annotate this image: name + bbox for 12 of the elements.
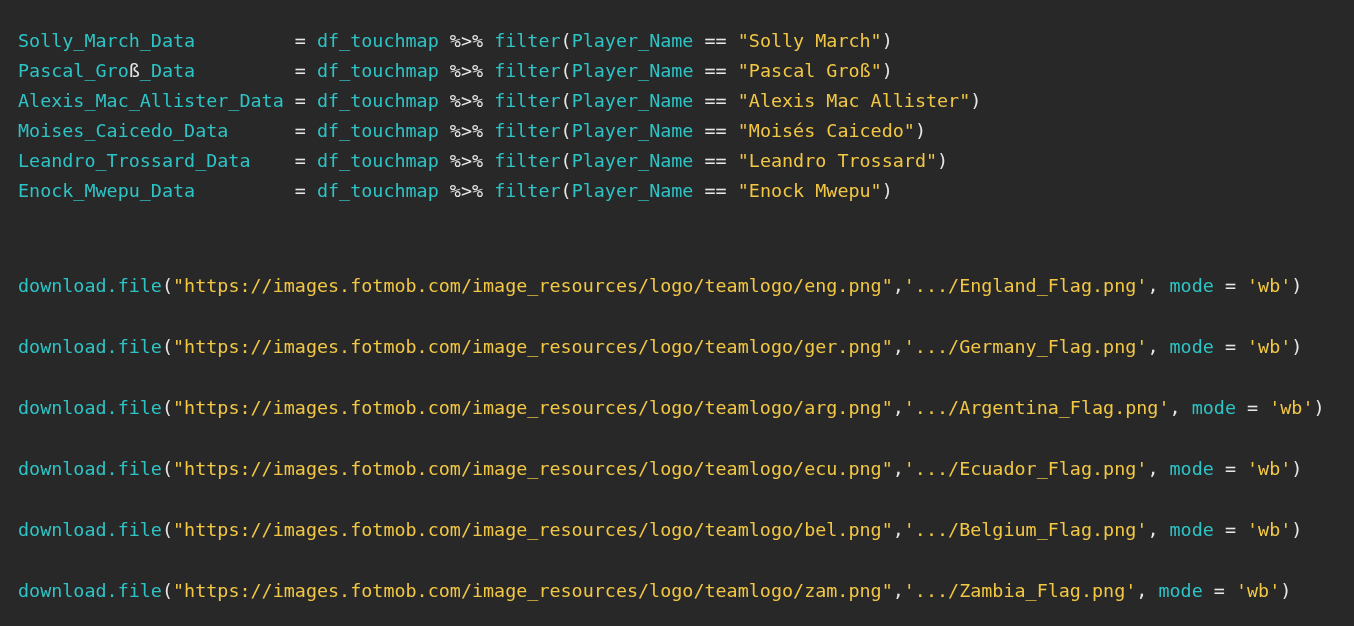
- code-line: Enock_Mwepu_Data = df_touchmap %>% filter(Player_Name == "Enock Mwepu"): [18, 179, 893, 203]
- code-line: Moises_Caicedo_Data = df_touchmap %>% filter(Player_Name == "Moisés Caicedo"): [18, 119, 926, 143]
- code-line: download.file("https://images.fotmob.com/image_resources/logo/teamlogo/ger.png",'.../Germany_Flag.png', mode = 'wb'): [18, 335, 1303, 359]
- code-line: Solly_March_Data = df_touchmap %>% filter(Player_Name == "Solly March"): [18, 29, 893, 53]
- code-line: download.file("https://images.fotmob.com/image_resources/logo/teamlogo/bel.png",'.../Belgium_Flag.png', mode = 'wb'): [18, 518, 1303, 542]
- code-line: download.file("https://images.fotmob.com/image_resources/logo/teamlogo/arg.png",'.../Argentina_Flag.png', mode = 'wb'): [18, 396, 1325, 420]
- code-line: download.file("https://images.fotmob.com/image_resources/logo/teamlogo/ecu.png",'.../Ecuador_Flag.png', mode = 'wb'): [18, 457, 1303, 481]
- code-line: download.file("https://images.fotmob.com/image_resources/logo/teamlogo/eng.png",'.../England_Flag.png', mode = 'wb'): [18, 274, 1303, 298]
- code-line: Leandro_Trossard_Data = df_touchmap %>% filter(Player_Name == "Leandro Trossard"): [18, 149, 949, 173]
- code-line: Pascal_Groß_Data = df_touchmap %>% filter(Player_Name == "Pascal Groß"): [18, 59, 893, 83]
- code-line: download.file("https://images.fotmob.com/image_resources/logo/teamlogo/zam.png",'.../Zambia_Flag.png', mode = 'wb'): [18, 579, 1292, 603]
- code-line: Alexis_Mac_Allister_Data = df_touchmap %>% filter(Player_Name == "Alexis Mac Allister"): [18, 89, 982, 113]
